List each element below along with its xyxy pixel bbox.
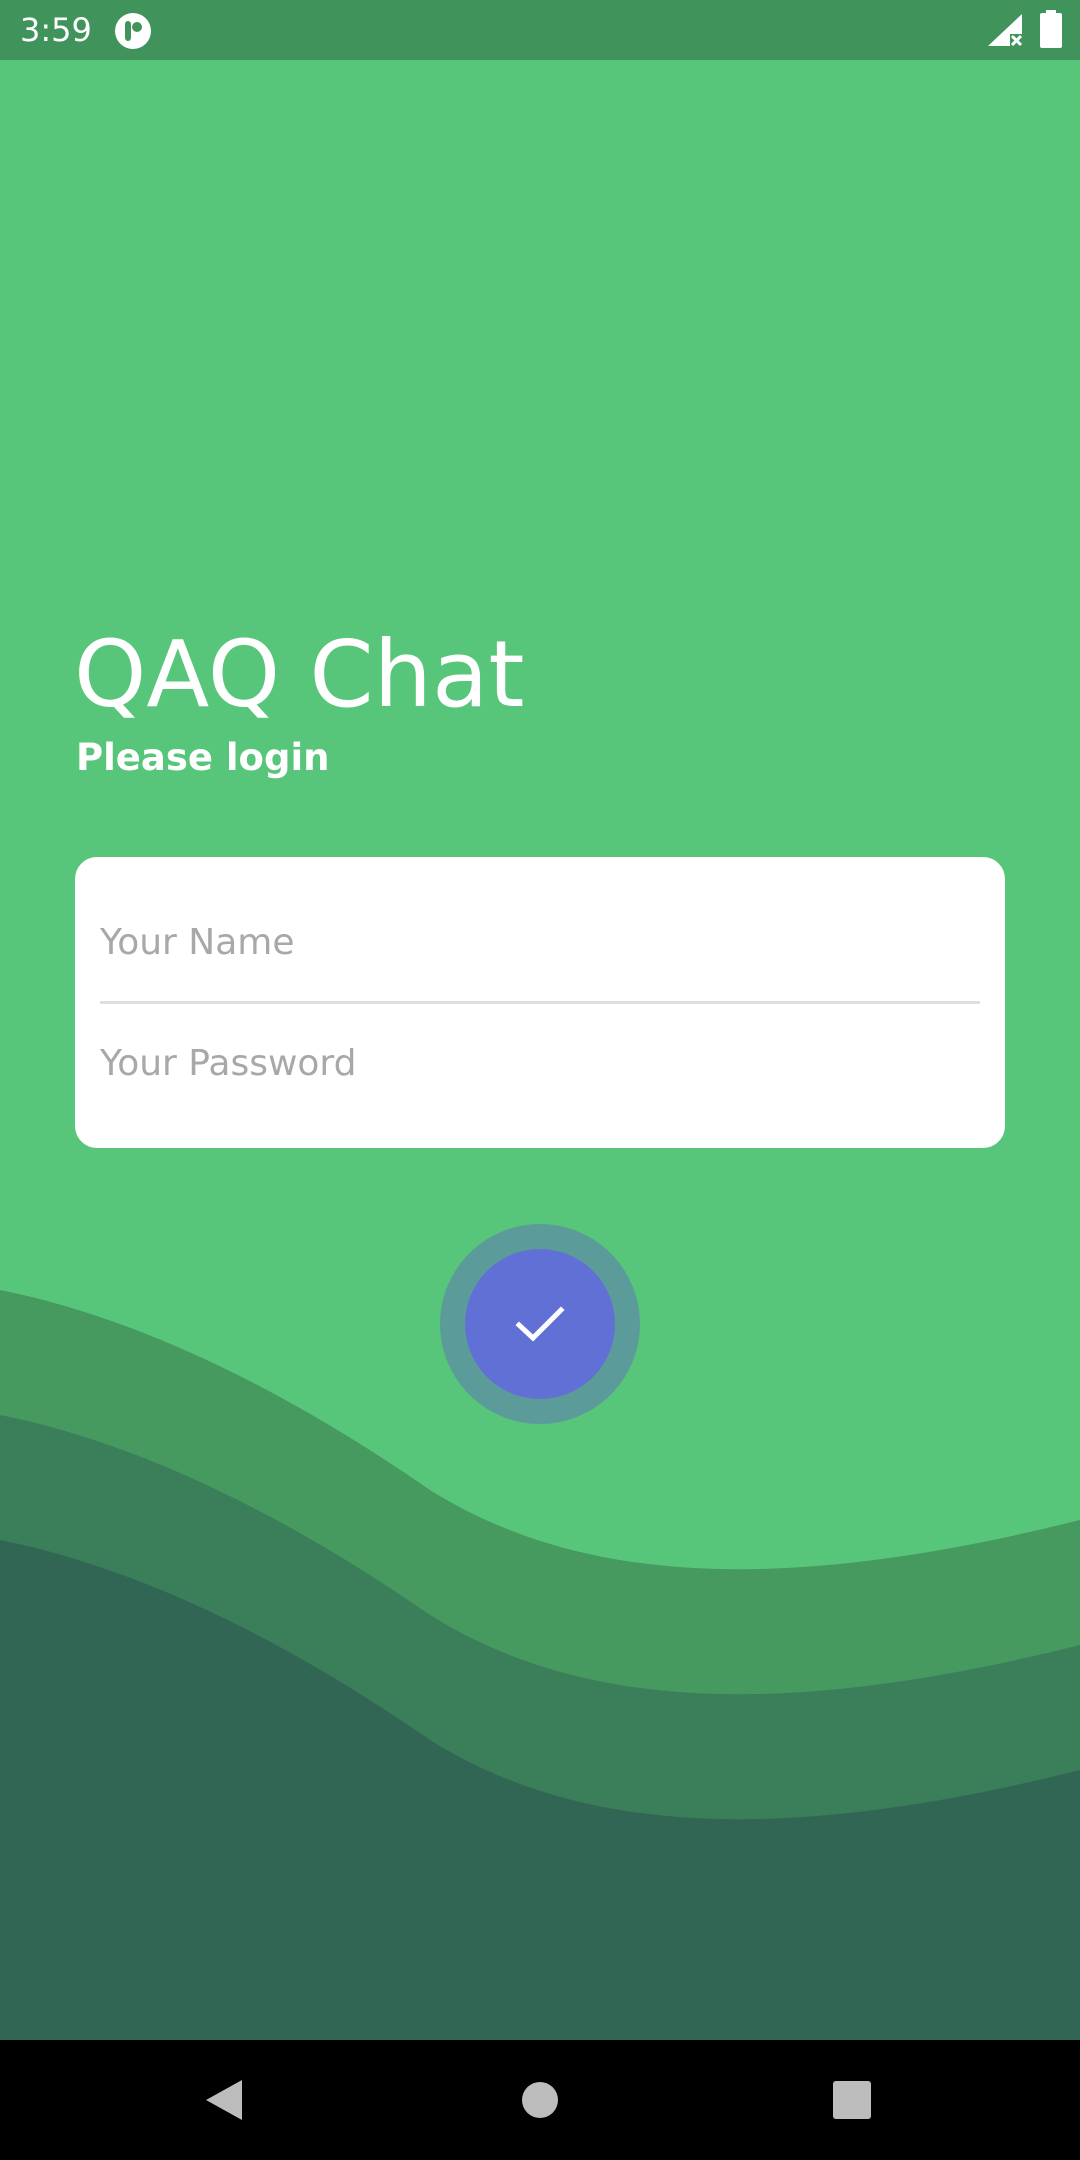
check-icon bbox=[515, 1306, 565, 1342]
nav-recents-icon[interactable] bbox=[833, 2081, 871, 2119]
login-screen: 3:59 QAQ Chat Please login bbox=[0, 0, 1080, 2160]
nav-back-icon[interactable] bbox=[204, 2078, 244, 2122]
status-bar: 3:59 bbox=[0, 0, 1080, 60]
battery-full-icon bbox=[1040, 10, 1062, 48]
signal-no-data-icon bbox=[988, 14, 1023, 47]
app-notification-icon bbox=[115, 13, 151, 49]
name-input[interactable] bbox=[100, 892, 980, 992]
nav-home-icon[interactable] bbox=[522, 2082, 558, 2118]
app-title: QAQ Chat bbox=[74, 621, 525, 728]
status-time: 3:59 bbox=[20, 11, 92, 49]
field-divider bbox=[100, 1001, 980, 1004]
password-input[interactable] bbox=[100, 1013, 980, 1113]
app-subtitle: Please login bbox=[76, 736, 330, 779]
submit-button[interactable] bbox=[465, 1249, 615, 1399]
navigation-bar bbox=[0, 2040, 1080, 2160]
